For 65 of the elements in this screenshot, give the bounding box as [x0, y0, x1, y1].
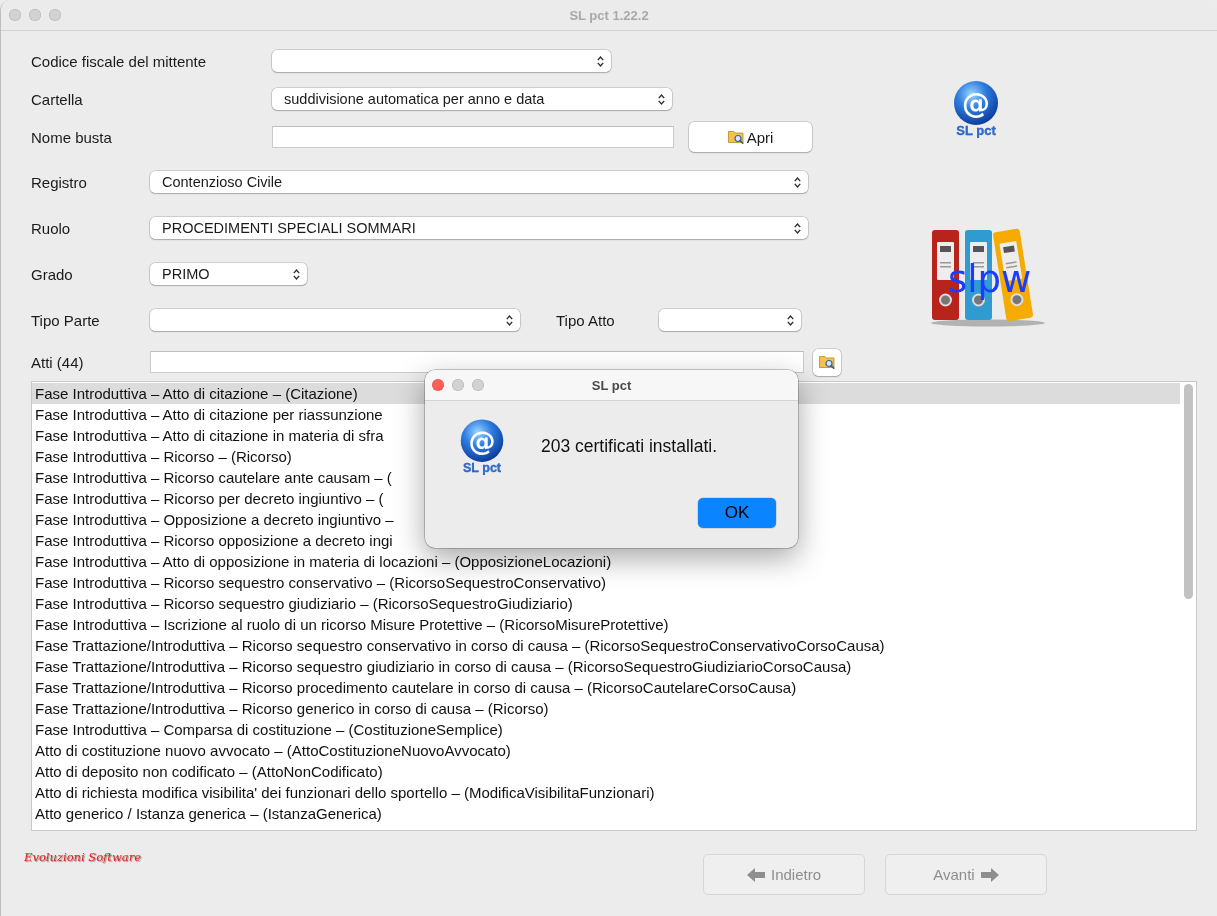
list-item[interactable]: Fase Introduttiva – Comparsa di costituzione – (CostituzioneSemplice) — [32, 719, 506, 740]
list-item[interactable]: Fase Introduttiva – Atto di opposizione in materia di locazioni – (OpposizioneLocazioni) — [32, 551, 615, 572]
field-label: Tipo Atto — [556, 311, 616, 329]
list-item[interactable]: Fase Trattazione/Introduttiva – Ricorso sequestro giudiziario in corso di causa – (RicorsoSequestroGiudiziarioCorsoCausa) — [32, 656, 855, 677]
dropdown[interactable] — [659, 309, 801, 331]
folder-search-icon — [727, 129, 744, 145]
chevron-updown-icon — [794, 176, 801, 188]
list-item[interactable]: Fase Introduttiva – Ricorso sequestro giudiziario – (RicorsoSequestroGiudiziario) — [32, 593, 576, 614]
arrow-left-icon — [746, 867, 765, 882]
field-label: Cartella — [31, 90, 84, 108]
list-item[interactable]: Fase Introduttiva – Atto di citazione per riassunzione — [32, 404, 386, 425]
scrollbar-thumb[interactable] — [1183, 384, 1193, 599]
binders-logo: slpw — [930, 228, 1047, 327]
dialog-message: 203 certificati installati. — [541, 436, 718, 457]
list-item[interactable]: Fase Introduttiva – Atto di citazione – (Citazione) — [32, 383, 361, 404]
folder-search-icon — [819, 354, 835, 370]
list-item[interactable]: Atto di costituzione nuovo avvocato – (AttoCostituzioneNuovoAvvocato) — [32, 740, 514, 761]
list-item[interactable]: Fase Introduttiva – Iscrizione al ruolo di un ricorso Misure Protettive – (RicorsoMisureProtettive) — [32, 614, 672, 635]
chevron-updown-icon — [794, 222, 801, 234]
dropdown[interactable]: Contenzioso Civile — [150, 171, 808, 193]
list-item[interactable]: Atto di richiesta modifica visibilita' dei funzionari dello sportello – (ModificaVisibilitaFunzionari) — [32, 782, 658, 803]
chevron-updown-icon — [658, 93, 665, 105]
field-label: Codice fiscale del mittente — [31, 52, 208, 70]
dialog-title: SL pct — [591, 377, 632, 393]
maximize-icon[interactable] — [472, 379, 484, 391]
chevron-updown-icon — [787, 314, 794, 326]
minimize-icon[interactable] — [452, 379, 464, 391]
list-item[interactable]: Fase Trattazione/Introduttiva – Ricorso procedimento cautelare in corso di causa – (RicorsoCautelareCorsoCausa) — [32, 677, 800, 698]
list-item[interactable]: Fase Introduttiva – Ricorso opposizione a decreto ingi — [32, 530, 396, 551]
field-label: Grado — [31, 265, 74, 283]
filter-field[interactable] — [150, 351, 804, 373]
field-label: Tipo Parte — [31, 311, 101, 329]
field-label: Ruolo — [31, 219, 72, 237]
ok-button[interactable]: OK — [698, 498, 776, 528]
close-icon[interactable] — [432, 379, 444, 391]
list-item[interactable]: Fase Introduttiva – Ricorso – (Ricorso) — [32, 446, 295, 467]
dropdown[interactable]: PROCEDIMENTI SPECIALI SOMMARI — [150, 217, 808, 239]
dropdown[interactable]: PRIMO — [150, 263, 307, 285]
field-label: Atti (44) — [31, 353, 85, 371]
dropdown[interactable]: suddivisione automatica per anno e data — [272, 88, 672, 110]
company-signature: Evoluzioni Software — [24, 850, 141, 864]
chevron-updown-icon — [506, 314, 513, 326]
list-item[interactable]: Fase Introduttiva – Ricorso per decreto ingiuntivo – ( — [32, 488, 387, 509]
text-field[interactable] — [272, 126, 674, 148]
list-item[interactable]: Fase Introduttiva – Ricorso cautelare ante causam – ( — [32, 467, 395, 488]
search-button[interactable] — [813, 348, 841, 376]
list-item[interactable]: Fase Introduttiva – Atto di citazione in materia di sfra — [32, 425, 387, 446]
list-item[interactable]: Fase Trattazione/Introduttiva – Ricorso generico in corso di causa – (Ricorso) — [32, 698, 552, 719]
list-item[interactable]: Fase Introduttiva – Ricorso sequestro conservativo – (RicorsoSequestroConservativo) — [32, 572, 610, 593]
list-item[interactable]: Fase Introduttiva – Opposizione a decreto ingiuntivo – — [32, 509, 397, 530]
chevron-updown-icon — [597, 55, 604, 67]
window-title: SL pct 1.22.2 — [569, 7, 649, 23]
field-label: Registro — [31, 173, 88, 191]
close-icon[interactable] — [9, 9, 21, 21]
open-button[interactable]: Apri — [689, 122, 812, 152]
minimize-icon[interactable] — [29, 9, 41, 21]
list-item[interactable]: Atto di deposito non codificato – (AttoNonCodificato) — [32, 761, 386, 782]
arrow-right-icon — [980, 867, 999, 882]
chevron-updown-icon — [293, 268, 300, 280]
field-label: Nome busta — [31, 128, 113, 146]
maximize-icon[interactable] — [49, 9, 61, 21]
list-item[interactable]: Atto generico / Istanza generica – (IstanzaGenerica) — [32, 803, 385, 824]
list-item[interactable]: Fase Trattazione/Introduttiva – Ricorso sequestro conservativo in corso di causa – (RicorsoSequestroConservativoCorsoCausa) — [32, 635, 888, 656]
dropdown[interactable] — [150, 309, 520, 331]
dropdown[interactable] — [272, 50, 611, 72]
